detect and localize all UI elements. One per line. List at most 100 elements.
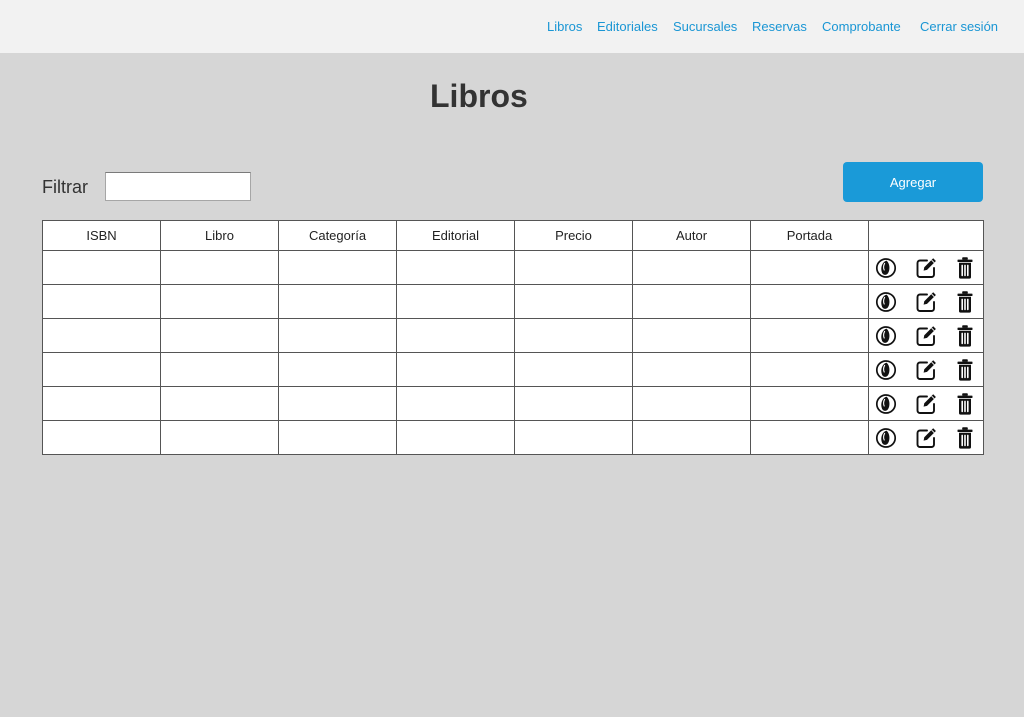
cell-actions (868, 250, 984, 285)
cell-editorial (396, 250, 515, 285)
edit-icon[interactable] (914, 256, 938, 280)
table-row (42, 318, 984, 353)
cell-autor (632, 352, 751, 387)
nav-link-comprobante[interactable]: Comprobante (822, 19, 901, 34)
cell-editorial (396, 284, 515, 319)
column-header-actions (868, 220, 984, 251)
table-row (42, 420, 984, 455)
column-header-editorial: Editorial (396, 220, 515, 251)
edit-icon[interactable] (914, 392, 938, 416)
cell-portada (750, 386, 869, 421)
column-header-autor: Autor (632, 220, 751, 251)
nav-link-cerrar-sesion[interactable]: Cerrar sesión (920, 19, 998, 34)
cell-portada (750, 420, 869, 455)
table-row (42, 250, 984, 285)
cell-actions (868, 386, 984, 421)
cell-isbn (42, 420, 161, 455)
cell-autor (632, 386, 751, 421)
cell-libro (160, 284, 279, 319)
table-row (42, 386, 984, 421)
row-actions (869, 285, 983, 318)
delete-icon[interactable] (953, 324, 977, 348)
filter-input[interactable] (105, 172, 251, 201)
cell-isbn (42, 284, 161, 319)
view-icon[interactable] (874, 426, 898, 450)
cell-portada (750, 352, 869, 387)
cell-precio (514, 420, 633, 455)
cell-categoria (278, 318, 397, 353)
cell-isbn (42, 352, 161, 387)
cell-libro (160, 250, 279, 285)
view-icon[interactable] (874, 392, 898, 416)
cell-isbn (42, 386, 161, 421)
column-header-precio: Precio (514, 220, 633, 251)
cell-libro (160, 420, 279, 455)
cell-editorial (396, 318, 515, 353)
row-actions (869, 421, 983, 454)
edit-icon[interactable] (914, 290, 938, 314)
edit-icon[interactable] (914, 426, 938, 450)
page-title: Libros (430, 78, 528, 114)
filter-label: Filtrar (42, 177, 88, 197)
cell-categoria (278, 352, 397, 387)
cell-portada (750, 318, 869, 353)
top-navbar: Libros Editoriales Sucursales Reservas C… (0, 0, 1024, 53)
cell-editorial (396, 420, 515, 455)
view-icon[interactable] (874, 290, 898, 314)
delete-icon[interactable] (953, 358, 977, 382)
nav-link-sucursales[interactable]: Sucursales (673, 19, 737, 34)
cell-editorial (396, 386, 515, 421)
row-actions (869, 353, 983, 386)
add-button[interactable]: Agregar (843, 162, 983, 202)
cell-autor (632, 318, 751, 353)
column-header-libro: Libro (160, 220, 279, 251)
cell-autor (632, 250, 751, 285)
cell-precio (514, 318, 633, 353)
row-actions (869, 319, 983, 352)
cell-categoria (278, 250, 397, 285)
delete-icon[interactable] (953, 256, 977, 280)
cell-precio (514, 284, 633, 319)
cell-precio (514, 352, 633, 387)
view-icon[interactable] (874, 324, 898, 348)
cell-libro (160, 318, 279, 353)
table-body (42, 250, 984, 455)
nav-link-reservas[interactable]: Reservas (752, 19, 807, 34)
view-icon[interactable] (874, 358, 898, 382)
cell-portada (750, 284, 869, 319)
row-actions (869, 251, 983, 284)
cell-isbn (42, 250, 161, 285)
cell-actions (868, 352, 984, 387)
delete-icon[interactable] (953, 426, 977, 450)
edit-icon[interactable] (914, 324, 938, 348)
table-row (42, 352, 984, 387)
cell-categoria (278, 284, 397, 319)
cell-isbn (42, 318, 161, 353)
column-header-categoria: Categoría (278, 220, 397, 251)
column-header-isbn: ISBN (42, 220, 161, 251)
delete-icon[interactable] (953, 392, 977, 416)
cell-actions (868, 420, 984, 455)
cell-categoria (278, 420, 397, 455)
cell-autor (632, 284, 751, 319)
row-actions (869, 387, 983, 420)
edit-icon[interactable] (914, 358, 938, 382)
table-header-row: ISBN Libro Categoría Editorial Precio Au… (42, 220, 984, 251)
nav-link-libros[interactable]: Libros (547, 19, 582, 34)
cell-actions (868, 284, 984, 319)
view-icon[interactable] (874, 256, 898, 280)
cell-autor (632, 420, 751, 455)
column-header-portada: Portada (750, 220, 869, 251)
cell-precio (514, 386, 633, 421)
delete-icon[interactable] (953, 290, 977, 314)
cell-libro (160, 352, 279, 387)
nav-link-editoriales[interactable]: Editoriales (597, 19, 658, 34)
cell-actions (868, 318, 984, 353)
cell-categoria (278, 386, 397, 421)
cell-portada (750, 250, 869, 285)
cell-libro (160, 386, 279, 421)
cell-editorial (396, 352, 515, 387)
table-row (42, 284, 984, 319)
cell-precio (514, 250, 633, 285)
books-table: ISBN Libro Categoría Editorial Precio Au… (42, 220, 984, 455)
